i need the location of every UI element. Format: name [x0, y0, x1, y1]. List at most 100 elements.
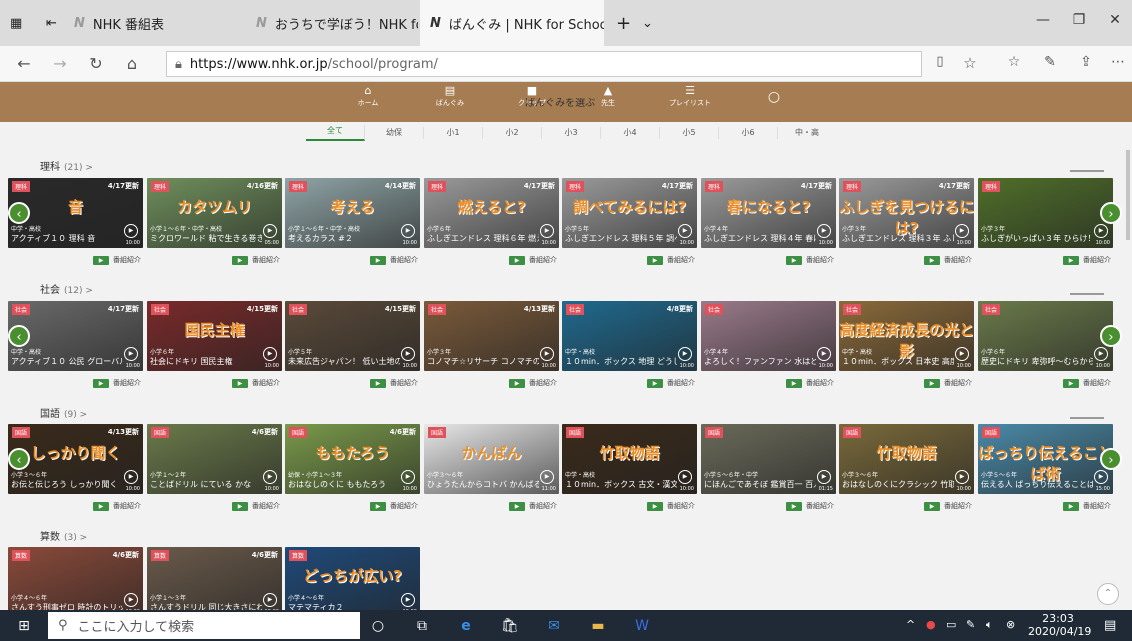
program-card[interactable]: 算数どっちが広い?小学４～６年マテマティカ２▶10:00: [285, 547, 420, 617]
filter-sho1[interactable]: 小1: [424, 127, 483, 139]
store-icon[interactable]: 🛍︎: [496, 615, 524, 637]
program-card[interactable]: 社会 4/15更新 国民主権 小学６年 社会にドキリ 国民主権 ▶ 10:00: [147, 301, 282, 371]
program-card[interactable]: 国語 4/6更新 ももたろう 幼保・小学１～３年 おはなしのくに ももたろう ▶ 10:00: [285, 424, 420, 494]
program-intro-link[interactable]: ▶ 番組紹介: [93, 378, 141, 388]
pen-workspace-icon[interactable]: ✎: [966, 618, 975, 631]
filter-chu-ko[interactable]: 中・高: [778, 127, 836, 139]
program-card[interactable]: 算数4/6更新小学４～６年さんすう刑事ゼロ 時計のトリックを見破れ!▶10:00: [8, 547, 143, 617]
play-icon[interactable]: ▶: [401, 593, 415, 607]
program-card[interactable]: 理科小学３年ふしぎがいっぱい３年 ひらけ！ふしぎのとびら▶ 10:00: [978, 178, 1113, 248]
program-intro-link[interactable]: ▶ 番組紹介: [786, 501, 834, 511]
program-intro-link[interactable]: ▶ 番組紹介: [647, 378, 695, 388]
program-intro-link[interactable]: ▶ 番組紹介: [509, 378, 557, 388]
favorites-icon[interactable]: ☆: [1002, 54, 1026, 70]
carousel-prev-arrow-icon[interactable]: ‹: [8, 325, 30, 347]
forward-icon[interactable]: →: [48, 54, 72, 73]
play-icon[interactable]: ▶: [678, 470, 692, 484]
tray-overflow-icon[interactable]: ^: [906, 618, 915, 631]
notification-status-icon[interactable]: ⊗: [1006, 618, 1015, 631]
taskbar-search-input[interactable]: ⚲ ここに入力して検索: [48, 612, 360, 639]
program-card[interactable]: 社会小学６年歴史にドキリ 卑弥呼～むらからくにへ～▶ 10:00: [978, 301, 1113, 371]
filter-sho4[interactable]: 小4: [601, 127, 660, 139]
tab-list-chevron-icon[interactable]: ⌄: [632, 0, 658, 46]
program-intro-link[interactable]: ▶ 番組紹介: [370, 501, 418, 511]
program-intro-link[interactable]: ▶ 番組紹介: [924, 255, 972, 265]
play-icon[interactable]: ▶: [1094, 347, 1108, 361]
program-card[interactable]: 国語竹取物語小学３～６年おはなしのくにクラシック 竹取物語▶ 10:00: [839, 424, 974, 494]
section-header-social[interactable]: 社会 (12) >: [40, 281, 93, 296]
windows-start-icon[interactable]: ⊞: [10, 615, 38, 637]
site-nav-playlist[interactable]: ☰ プレイリスト: [662, 84, 718, 108]
tray-app-icon[interactable]: ●: [926, 618, 936, 631]
program-intro-link[interactable]: ▶ 番組紹介: [93, 255, 141, 265]
cortana-icon[interactable]: ○: [364, 615, 392, 637]
play-icon[interactable]: ▶: [540, 347, 554, 361]
site-nav-home[interactable]: ⌂ ホーム: [340, 84, 396, 108]
minimize-icon[interactable]: —: [1028, 12, 1058, 28]
program-card[interactable]: 社会 4/8更新中学・高校１０min．ボックス 地理 どうしていろんな地図があるの…: [562, 301, 697, 371]
program-intro-link[interactable]: ▶ 番組紹介: [786, 255, 834, 265]
program-intro-link[interactable]: ▶ 番組紹介: [1063, 255, 1111, 265]
back-icon[interactable]: ←: [12, 54, 36, 73]
url-input[interactable]: 🔒︎ https://www.nhk.or.jp/school/program/: [166, 51, 922, 77]
new-tab-button[interactable]: +: [606, 0, 632, 46]
program-card[interactable]: 理科 4/17更新燃えると? 小学６年ふしぎエンドレス 理科６年 燃えると?▶ 10:…: [424, 178, 559, 248]
play-icon[interactable]: ▶: [817, 470, 831, 484]
site-nav-bangumi[interactable]: ▤ ばんぐみ: [422, 84, 478, 108]
filter-all[interactable]: 全て: [306, 125, 365, 141]
refresh-icon[interactable]: ↻: [84, 54, 108, 73]
home-icon[interactable]: ⌂: [120, 54, 144, 73]
play-icon[interactable]: ▶: [817, 224, 831, 238]
play-icon[interactable]: ▶: [955, 347, 969, 361]
reading-view-icon[interactable]: ▯: [928, 54, 952, 69]
play-icon[interactable]: ▶: [955, 470, 969, 484]
program-intro-link[interactable]: ▶ 番組紹介: [924, 501, 972, 511]
play-icon[interactable]: ▶: [1094, 224, 1108, 238]
tab-ouchi-de-manabou[interactable]: N おうちで学ぼう！NHK for Scho: [246, 0, 418, 46]
program-intro-link[interactable]: ▶ 番組紹介: [509, 501, 557, 511]
carousel-next-arrow-icon[interactable]: ›: [1100, 202, 1122, 224]
program-card[interactable]: 理科 4/17更新調べてみるには? 小学５年ふしぎエンドレス 理科５年 調べてみるに…: [562, 178, 697, 248]
program-intro-link[interactable]: ▶ 番組紹介: [1063, 501, 1111, 511]
tab-nhk-bangumihyo[interactable]: N NHK 番組表: [64, 0, 246, 46]
set-aside-tabs-icon[interactable]: ⇤: [36, 0, 64, 46]
program-card[interactable]: 理科 4/16更新 カタツムリ 小学１～６年・中学・高校 ミクロワールド 粘で生きる巻き…: [147, 178, 282, 248]
program-intro-link[interactable]: ▶ 番組紹介: [924, 378, 972, 388]
program-card[interactable]: 社会高度経済成長の光と影中学・高校１０min．ボックス 日本史 高度経済成長の光…: [839, 301, 974, 371]
back-to-top-button[interactable]: ⌃: [1097, 583, 1119, 605]
carousel-prev-arrow-icon[interactable]: ‹: [8, 448, 30, 470]
word-icon[interactable]: W: [628, 615, 656, 637]
program-card[interactable]: 理科4/17更新ふしぎを見つけるには?小学３年ふしぎエンドレス 理科３年 ふしぎ…: [839, 178, 974, 248]
taskbar-clock[interactable]: 23:03 2020/04/19: [1028, 612, 1091, 638]
program-intro-link[interactable]: ▶ 番組紹介: [370, 378, 418, 388]
carousel-next-arrow-icon[interactable]: ›: [1100, 325, 1122, 347]
play-icon[interactable]: ▶: [263, 224, 277, 238]
play-icon[interactable]: ▶: [401, 224, 415, 238]
play-icon[interactable]: ▶: [540, 224, 554, 238]
play-icon[interactable]: ▶: [124, 470, 138, 484]
filter-yoho[interactable]: 幼保: [365, 127, 424, 139]
edge-icon[interactable]: e: [452, 615, 480, 637]
program-intro-link[interactable]: ▶ 番組紹介: [93, 501, 141, 511]
share-icon[interactable]: ⇪: [1074, 54, 1098, 70]
filter-sho5[interactable]: 小5: [660, 127, 719, 139]
filter-sho3[interactable]: 小3: [542, 127, 601, 139]
program-intro-link[interactable]: ▶ 番組紹介: [232, 501, 280, 511]
play-icon[interactable]: ▶: [540, 470, 554, 484]
filter-sho6[interactable]: 小6: [719, 127, 778, 139]
program-intro-link[interactable]: ▶ 番組紹介: [786, 378, 834, 388]
play-icon[interactable]: ▶: [678, 347, 692, 361]
play-icon[interactable]: ▶: [817, 347, 831, 361]
carousel-prev-arrow-icon[interactable]: ‹: [8, 202, 30, 224]
mail-icon[interactable]: ✉: [540, 615, 568, 637]
program-card[interactable]: 国語 ばっちり伝えることば術 小学５～６年 伝える人 ばっちり伝えることば術 ▶ 15:0…: [978, 424, 1113, 494]
pen-icon[interactable]: ✎: [1038, 54, 1062, 70]
play-icon[interactable]: ▶: [401, 470, 415, 484]
tab-bangumi[interactable]: N ばんぐみ | NHK for Schoo ✕: [420, 0, 604, 46]
program-card[interactable]: 社会小学４年よろしく！ファンファン 水はどこから?飲料水のしくみ▶ 10:00: [701, 301, 836, 371]
program-card[interactable]: 算数4/6更新小学１～３年さんすうドリル 同じ大きさにわけるには?▶10:00: [147, 547, 282, 617]
volume-icon[interactable]: 🔈︎: [986, 618, 993, 632]
program-intro-link[interactable]: ▶ 番組紹介: [1063, 378, 1111, 388]
play-icon[interactable]: ▶: [1094, 470, 1108, 484]
site-search-button[interactable]: ○: [746, 90, 802, 104]
